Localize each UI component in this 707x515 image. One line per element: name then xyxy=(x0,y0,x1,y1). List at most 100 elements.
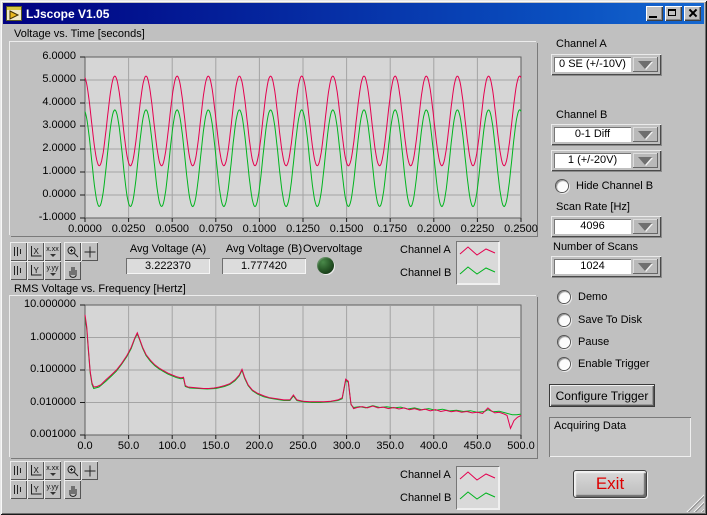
crosshair-tool-button[interactable] xyxy=(81,461,98,480)
lock-x-scale-button[interactable] xyxy=(10,242,27,261)
legend-channel-a-label: Channel A xyxy=(400,469,451,481)
svg-text:Y: Y xyxy=(34,485,40,494)
svg-text:X: X xyxy=(34,247,40,256)
pan-tool-button[interactable] xyxy=(64,480,81,499)
crosshair-icon xyxy=(83,245,97,259)
format-y-button[interactable]: y.yy xyxy=(44,261,61,280)
scan-rate-dropdown-button[interactable] xyxy=(633,219,658,234)
status-text: Acquiring Data xyxy=(554,420,626,432)
radio-circle[interactable] xyxy=(558,314,570,326)
pan-tool-button[interactable] xyxy=(64,261,81,280)
legend-line-channel-a xyxy=(460,472,495,480)
channel-b-input-dropdown-button[interactable] xyxy=(633,127,658,142)
chevron-down-icon xyxy=(638,61,652,69)
minimize-button[interactable] xyxy=(646,6,663,21)
channel-a-label: Channel A xyxy=(556,38,607,50)
tool-buttons xyxy=(64,461,98,499)
close-icon xyxy=(688,8,697,18)
maximize-button[interactable] xyxy=(665,6,682,21)
magnifier-icon xyxy=(66,245,80,259)
zoom-tool-button[interactable] xyxy=(64,242,81,261)
chevron-down-icon xyxy=(638,157,652,165)
status-box: Acquiring Data xyxy=(549,417,691,457)
channel-b-range-select[interactable]: 1 (+/-20V) xyxy=(551,150,661,171)
minimize-icon xyxy=(649,16,657,18)
format-x-button[interactable]: x.xx xyxy=(44,242,61,261)
chevron-down-icon xyxy=(50,254,56,257)
radio-circle[interactable] xyxy=(558,336,570,348)
scan-rate-label: Scan Rate [Hz] xyxy=(556,201,630,213)
format-y-button[interactable]: y.yy xyxy=(44,480,61,499)
autoscale-x-button[interactable]: X xyxy=(27,461,44,480)
hide-channel-b-radio[interactable]: Hide Channel B xyxy=(556,180,653,192)
format-x-button[interactable]: x.xx xyxy=(44,461,61,480)
palette-spacer xyxy=(81,261,98,280)
legend-line-channel-a xyxy=(460,247,495,255)
scan-rate-select[interactable]: 4096 xyxy=(551,216,661,237)
tool-buttons xyxy=(64,242,98,280)
radio-circle[interactable] xyxy=(558,291,570,303)
plot-legend-top[interactable] xyxy=(456,241,499,284)
demo-label: Demo xyxy=(578,291,607,303)
plot-legend-bottom[interactable] xyxy=(456,466,499,509)
crosshair-tool-button[interactable] xyxy=(81,242,98,261)
channel-a-selected-value: 0 SE (+/-10V) xyxy=(554,57,631,72)
voltage-time-plot-canvas xyxy=(10,42,537,236)
labview-icon xyxy=(6,6,22,21)
number-of-scans-value: 1024 xyxy=(554,259,631,274)
configure-trigger-button[interactable]: Configure Trigger xyxy=(549,384,655,407)
pause-radio[interactable]: Pause xyxy=(558,336,609,348)
lock-y-scale-button[interactable] xyxy=(10,480,27,499)
legend-channel-b-label: Channel B xyxy=(400,267,451,279)
crosshair-icon xyxy=(83,464,97,478)
chevron-down-icon xyxy=(638,131,652,139)
titlebar[interactable]: LJscope V1.05 xyxy=(3,3,704,24)
scale-buttons: X x.xx Y y.yy xyxy=(10,461,61,499)
lock-x-scale-button[interactable] xyxy=(10,461,27,480)
legend-line-channel-b xyxy=(460,492,495,499)
svg-text:Y: Y xyxy=(34,266,40,275)
radio-circle[interactable] xyxy=(558,358,570,370)
close-button[interactable] xyxy=(684,6,701,21)
channel-b-input-select[interactable]: 0-1 Diff xyxy=(551,124,661,145)
save-to-disk-radio[interactable]: Save To Disk xyxy=(558,314,642,326)
zoom-tool-button[interactable] xyxy=(64,461,81,480)
channel-a-select[interactable]: 0 SE (+/-10V) xyxy=(551,54,661,75)
demo-radio[interactable]: Demo xyxy=(558,291,607,303)
number-of-scans-select[interactable]: 1024 xyxy=(551,256,661,277)
exit-button[interactable]: Exit xyxy=(573,470,647,498)
legend-channel-b-label: Channel B xyxy=(400,492,451,504)
hand-icon xyxy=(66,264,80,278)
app-window: LJscope V1.05 Voltage vs. Time [seconds]… xyxy=(0,0,707,515)
rms-frequency-chart-title: RMS Voltage vs. Frequency [Hertz] xyxy=(14,283,186,295)
rms-frequency-chart[interactable]: 0.050.0100.0150.0200.0250.0300.0350.0400… xyxy=(10,296,537,458)
resize-grip[interactable] xyxy=(686,494,704,512)
autoscale-x-button[interactable]: X xyxy=(27,242,44,261)
window-title: LJscope V1.05 xyxy=(26,7,646,21)
maximize-icon xyxy=(668,9,676,16)
avg-voltage-b-label: Avg Voltage (B) xyxy=(216,243,312,255)
svg-text:X: X xyxy=(34,466,40,475)
enable-trigger-label: Enable Trigger xyxy=(578,358,650,370)
avg-voltage-b-value: 1.777420 xyxy=(222,258,306,274)
overvoltage-led xyxy=(317,257,334,274)
hand-icon xyxy=(66,483,80,497)
magnifier-icon xyxy=(66,464,80,478)
pause-label: Pause xyxy=(578,336,609,348)
voltage-time-chart[interactable]: 0.00000.02500.05000.07500.10000.12500.15… xyxy=(10,42,537,236)
autoscale-y-button[interactable]: Y xyxy=(27,480,44,499)
radio-circle[interactable] xyxy=(556,180,568,192)
autoscale-y-button[interactable]: Y xyxy=(27,261,44,280)
legend-lines xyxy=(456,466,499,509)
channel-a-dropdown-button[interactable] xyxy=(633,57,658,72)
lock-y-scale-button[interactable] xyxy=(10,261,27,280)
enable-trigger-radio[interactable]: Enable Trigger xyxy=(558,358,650,370)
scan-rate-value: 4096 xyxy=(554,219,631,234)
chevron-down-icon xyxy=(50,273,56,276)
graph-palette-top: X x.xx Y y.yy xyxy=(10,242,98,280)
channel-b-range-dropdown-button[interactable] xyxy=(633,153,658,168)
number-of-scans-dropdown-button[interactable] xyxy=(633,259,658,274)
overvoltage-label: Overvoltage xyxy=(303,243,362,255)
channel-b-input-value: 0-1 Diff xyxy=(554,127,631,142)
voltage-time-chart-title: Voltage vs. Time [seconds] xyxy=(14,28,145,40)
